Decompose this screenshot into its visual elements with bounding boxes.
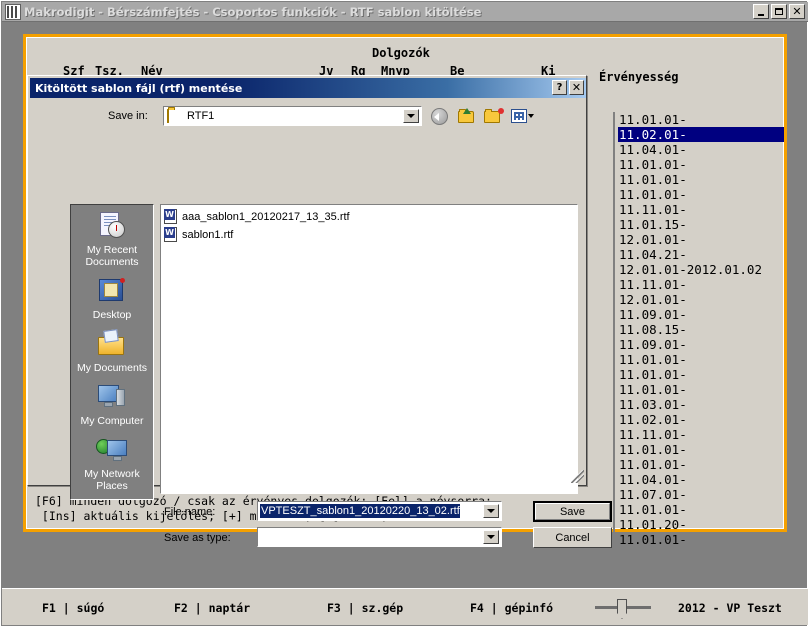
status-year-label: 2012 - VP Teszt	[678, 601, 782, 615]
validity-column-list[interactable]: 11.01.01- 11.02.01- 11.04.01- 11.01.01- 11.0…	[613, 112, 785, 547]
rtf-document-icon: W	[164, 227, 179, 242]
save-button-label: Save	[559, 505, 586, 518]
file-name-text: aaa_sablon1_20120217_13_35.rtf	[182, 210, 350, 223]
validity-row[interactable]: 11.02.01-	[618, 127, 784, 142]
status-f1-help[interactable]: F1 | súgó	[42, 601, 104, 615]
validity-row[interactable]: 11.11.01-	[618, 277, 785, 292]
save-as-type-label: Save as type:	[164, 532, 231, 544]
cancel-button[interactable]: Cancel	[533, 527, 612, 548]
place-label: My Documents	[76, 362, 148, 374]
rtf-document-icon: W	[164, 209, 179, 224]
slider-thumb[interactable]	[617, 599, 627, 619]
column-header-ervenyesseg: Érvényesség	[599, 70, 679, 84]
chevron-down-icon[interactable]	[483, 504, 499, 518]
my-network-places-icon	[95, 435, 129, 467]
status-f3-calculator[interactable]: F3 | sz.gép	[327, 601, 403, 615]
validity-row[interactable]: 12.01.01-	[618, 292, 785, 307]
validity-row[interactable]: 11.11.01-	[618, 202, 785, 217]
desktop-icon	[95, 276, 129, 308]
validity-row[interactable]: 11.01.01-	[618, 457, 785, 472]
validity-row[interactable]: 11.04.01-	[618, 472, 785, 487]
validity-row[interactable]: 11.01.01-	[618, 532, 785, 547]
validity-row[interactable]: 11.01.01-	[618, 157, 785, 172]
validity-row[interactable]: 12.01.01-2012.01.02	[618, 262, 785, 277]
views-icon[interactable]	[511, 107, 534, 126]
validity-row[interactable]: 12.01.01-	[618, 232, 785, 247]
back-icon[interactable]	[430, 107, 451, 126]
place-label: My Recent Documents	[85, 244, 139, 268]
validity-row[interactable]: 11.09.01-	[618, 307, 785, 322]
dialog-title: Kitöltött sablon fájl (rtf) mentése	[35, 81, 243, 95]
create-new-folder-icon[interactable]	[484, 107, 505, 126]
save-as-type-combobox[interactable]	[257, 527, 502, 547]
grid-title: Dolgozók	[372, 46, 430, 60]
validity-row[interactable]: 11.04.21-	[618, 247, 785, 262]
status-f4-machine-info[interactable]: F4 | gépinfó	[470, 601, 553, 615]
cancel-button-label: Cancel	[555, 531, 590, 544]
window-titlebar: Makrodigit - Bérszámfejtés - Csoportos f…	[2, 2, 808, 22]
place-my-computer[interactable]: My Computer	[71, 382, 153, 427]
validity-row[interactable]: 11.01.01-	[618, 187, 785, 202]
file-list-item[interactable]: Wsablon1.rtf	[164, 226, 577, 243]
validity-row[interactable]: 11.01.01-	[618, 367, 785, 382]
place-my-documents[interactable]: My Documents	[71, 329, 153, 374]
validity-row[interactable]: 11.01.01-	[618, 352, 785, 367]
place-label: My Network Places	[84, 468, 140, 492]
validity-row[interactable]: 11.01.01-	[618, 172, 785, 187]
chevron-down-icon[interactable]	[483, 530, 499, 544]
window-title: Makrodigit - Bérszámfejtés - Csoportos f…	[24, 4, 482, 19]
dialog-navigation-toolbar	[430, 107, 534, 126]
file-list[interactable]: Waaa_sablon1_20120217_13_35.rtf Wsablon1.…	[160, 204, 578, 494]
save-file-dialog: Kitöltött sablon fájl (rtf) mentése ? ✕ …	[27, 75, 612, 548]
window-controls: ✕	[753, 4, 805, 19]
file-name-input[interactable]: VPTESZT_sablon1_20120220_13_02.rtf	[260, 504, 460, 518]
chevron-down-icon[interactable]	[403, 109, 419, 123]
folder-icon	[167, 108, 183, 123]
validity-row[interactable]: 11.01.15-	[618, 217, 785, 232]
validity-row[interactable]: 11.01.01-	[618, 382, 785, 397]
status-slider[interactable]	[595, 599, 651, 619]
validity-row[interactable]: 11.02.01-	[618, 412, 785, 427]
file-name-text: sablon1.rtf	[182, 228, 234, 241]
minimize-button[interactable]	[753, 4, 769, 19]
save-in-label: Save in:	[108, 110, 148, 122]
save-button[interactable]: Save	[533, 501, 612, 522]
save-in-value: RTF1	[187, 110, 215, 122]
validity-row[interactable]: 11.11.01-	[618, 427, 785, 442]
my-documents-icon	[95, 329, 129, 361]
help-button[interactable]: ?	[552, 80, 567, 95]
place-label: Desktop	[92, 309, 132, 321]
file-name-label: File name:	[164, 506, 216, 518]
dialog-close-button[interactable]: ✕	[569, 80, 584, 95]
validity-row[interactable]: 11.08.15-	[618, 322, 785, 337]
file-list-item[interactable]: Waaa_sablon1_20120217_13_35.rtf	[164, 208, 577, 225]
place-my-network-places[interactable]: My Network Places	[71, 435, 153, 492]
status-f2-calendar[interactable]: F2 | naptár	[174, 601, 250, 615]
app-logo-icon	[5, 3, 21, 20]
resize-grip[interactable]	[571, 470, 584, 483]
place-desktop[interactable]: Desktop	[71, 276, 153, 321]
dialog-titlebar: Kitöltött sablon fájl (rtf) mentése ? ✕	[30, 78, 586, 98]
validity-row[interactable]: 11.01.01-	[618, 442, 785, 457]
maximize-button[interactable]	[771, 4, 787, 19]
status-bar: F1 | súgó F2 | naptár F3 | sz.gép F4 | g…	[2, 588, 808, 625]
my-computer-icon	[95, 382, 129, 414]
dialog-title-buttons: ? ✕	[552, 80, 584, 95]
validity-row[interactable]: 11.01.01-	[618, 112, 785, 127]
close-button[interactable]: ✕	[789, 4, 805, 19]
file-name-combobox[interactable]: VPTESZT_sablon1_20120220_13_02.rtf	[257, 501, 502, 521]
validity-row[interactable]: 11.03.01-	[618, 397, 785, 412]
place-label: My Computer	[80, 415, 144, 427]
application-window: Makrodigit - Bérszámfejtés - Csoportos f…	[0, 0, 808, 627]
validity-row[interactable]: 11.09.01-	[618, 337, 785, 352]
save-in-combobox[interactable]: RTF1	[163, 106, 422, 126]
validity-row[interactable]: 11.04.01-	[618, 142, 785, 157]
up-one-level-icon[interactable]	[457, 107, 478, 126]
recent-documents-icon	[95, 211, 129, 243]
place-my-recent-documents[interactable]: My Recent Documents	[71, 211, 153, 268]
places-bar: My Recent Documents Desktop My Documents …	[70, 204, 154, 500]
